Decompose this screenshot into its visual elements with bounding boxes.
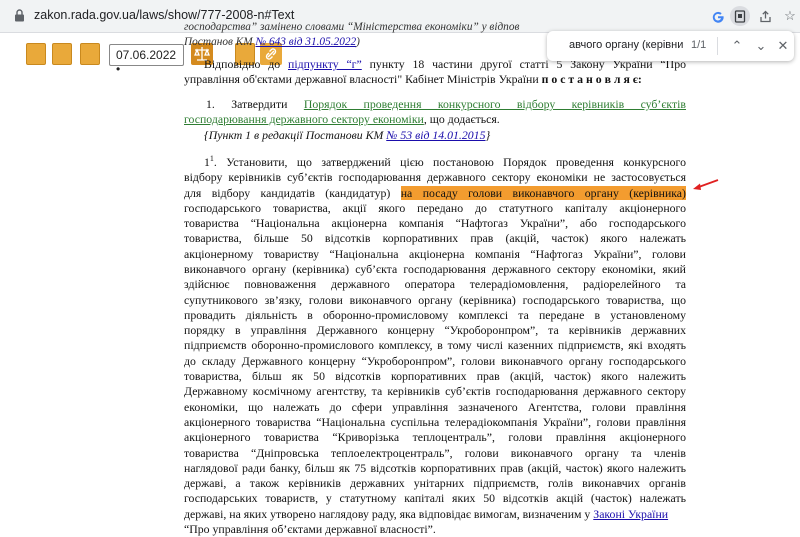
paragraph-line: порядку в управління Державного концерну… (184, 323, 686, 338)
bookmark-star-icon[interactable]: ☆ (780, 6, 800, 26)
document-icon[interactable] (52, 43, 72, 65)
subparagraph-link[interactable]: підпункту “г” (288, 57, 362, 71)
paragraph-line: акціонерному товариству “Національна акц… (184, 246, 686, 261)
print-icon[interactable] (26, 43, 46, 65)
history-icon[interactable] (80, 43, 100, 65)
google-icon[interactable] (708, 6, 728, 26)
intro-paragraph: Відповідно до підпункту “г” пункту 18 ча… (184, 57, 686, 87)
procedure-link-cont[interactable]: господарювання державного сектору економ… (184, 112, 424, 126)
item-1-1: 11. Установити, що затверджений цією пос… (184, 154, 686, 537)
paragraph-line: виконавчого органу (керівника) суб’єкта … (184, 262, 686, 276)
paragraph-lines: господарського товариства, акції якого п… (184, 201, 686, 507)
chevron-up-icon[interactable]: ⌃ (728, 37, 746, 55)
paragraph-line: акціонерного товариства “Криворізька теп… (184, 430, 686, 445)
paragraph-line: господарських товариств, у статутному ка… (184, 491, 686, 506)
paragraph-line: товариства “Національна акціонерна компа… (184, 216, 686, 231)
paragraph-line: товариства, більш як 50 відсотків корпор… (184, 369, 686, 384)
close-icon[interactable]: ✕ (774, 37, 792, 55)
item-1: 1. Затвердити Порядок проведення конкурс… (184, 97, 686, 127)
paragraph-line: державі, а також керівників державних ун… (184, 476, 686, 491)
annotation-arrow (693, 179, 719, 190)
paragraph-line: товариства, більше 50 відсотків корпорат… (184, 231, 686, 246)
procedure-link[interactable]: Порядок проведення конкурсного відбору к… (304, 97, 686, 111)
find-count: 1/1 (691, 39, 707, 51)
law-link[interactable]: Законі України (593, 507, 668, 521)
resolution-643-link[interactable]: № 643 від 31.05.2022 (255, 36, 356, 48)
paragraph-line: здійснює повноваження державного операто… (184, 277, 686, 292)
paragraph-line: акціонерного товариства “Національна сус… (184, 414, 686, 429)
paragraph-line: підприємств оборонно-промислового компле… (184, 338, 686, 353)
chevron-down-icon[interactable]: ⌄ (752, 37, 770, 55)
paragraph-line: супутникового зв’язку, голови виконавчог… (184, 292, 686, 307)
edition-date-select[interactable]: 07.06.2022 • (109, 44, 184, 76)
lock-icon[interactable] (14, 9, 25, 22)
paragraph-line: Державному космічному агентству, та кері… (184, 384, 686, 399)
reader-icon[interactable] (730, 6, 750, 26)
item-1-note: {Пункт 1 в редакції Постанови КМ № 53 ві… (204, 128, 491, 142)
paragraph-line: господарського товариства, акції якого п… (184, 200, 686, 215)
paragraph-line: наглядової ради банку, більш як 75 відсо… (184, 460, 686, 475)
paragraph-line: провадить діяльність в оборонно-промисло… (184, 307, 686, 322)
search-highlight: на посаду голови виконавчого органу (кер… (400, 185, 686, 200)
find-bar: авчого органу (керівника) 1/1 ⌃ ⌄ ✕ (547, 31, 794, 61)
find-input[interactable]: авчого органу (керівника) (569, 39, 683, 51)
resolution-53-link[interactable]: № 53 від 14.01.2015 (386, 128, 485, 142)
paragraph-line: економіки, що належать до сфери управлін… (184, 399, 686, 414)
paragraph-line: товариства “Дніпровська теплоелектроцент… (184, 445, 686, 460)
share-icon[interactable] (755, 6, 775, 26)
paragraph-line: до складу Державного концерну “Укроборон… (184, 353, 686, 368)
